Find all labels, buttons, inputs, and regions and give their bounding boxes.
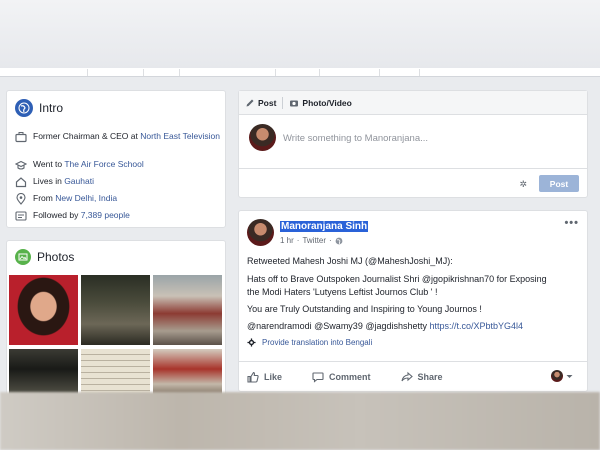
photos-card: Photos bbox=[6, 240, 226, 400]
post-author-name[interactable]: Manoranjana Sinh bbox=[280, 221, 369, 232]
school-link[interactable]: The Air Force School bbox=[64, 159, 143, 169]
gear-icon bbox=[247, 338, 256, 347]
photos-title: Photos bbox=[37, 250, 75, 264]
intro-from-row: From New Delhi, India bbox=[15, 193, 220, 205]
comment-button[interactable]: Comment bbox=[312, 371, 371, 383]
intro-school-row: Went to The Air Force School bbox=[15, 159, 220, 171]
employer-link[interactable]: North East Television bbox=[140, 131, 220, 141]
photo-thumbnail[interactable] bbox=[9, 275, 78, 345]
blurred-header bbox=[0, 0, 600, 70]
post-link[interactable]: https://t.co/XPbtbYG4l4 bbox=[430, 321, 524, 331]
followers-icon bbox=[15, 211, 27, 221]
post-source: Twitter bbox=[302, 236, 327, 245]
followers-link[interactable]: 7,389 people bbox=[81, 210, 130, 220]
intro-title: Intro bbox=[39, 101, 64, 115]
intro-lives-row: Lives in Gauhati bbox=[15, 176, 220, 188]
share-icon bbox=[400, 371, 413, 381]
profile-tab-bar bbox=[0, 68, 600, 77]
caret-down-icon bbox=[566, 374, 573, 378]
public-globe-icon bbox=[335, 237, 343, 244]
avatar[interactable] bbox=[249, 124, 276, 151]
like-icon bbox=[247, 371, 259, 383]
photos-icon bbox=[15, 249, 31, 265]
intro-work-row: Former Chairman & CEO at North East Tele… bbox=[15, 131, 220, 143]
blurred-footer bbox=[0, 392, 600, 450]
intro-card: Intro Former Chairman & CEO at North Eas… bbox=[6, 90, 226, 228]
post-text-line: @narendramodi @Swamy39 @jagdishshetty ht… bbox=[247, 320, 582, 332]
post-composer: Post Photo/Video Write something to Mano… bbox=[238, 90, 588, 198]
briefcase-icon bbox=[15, 132, 27, 143]
post-button[interactable]: Post bbox=[539, 175, 579, 192]
camera-icon bbox=[290, 100, 299, 106]
composer-input[interactable]: Write something to Manoranjana... bbox=[283, 133, 428, 144]
post-time[interactable]: 1 hr bbox=[280, 236, 294, 245]
composer-tab-photo-video[interactable]: Photo/Video bbox=[283, 98, 357, 108]
share-button[interactable]: Share bbox=[400, 371, 443, 383]
pencil-icon bbox=[246, 99, 254, 106]
like-button[interactable]: Like bbox=[247, 371, 282, 383]
location-pin-icon bbox=[16, 193, 26, 205]
graduation-cap-icon bbox=[15, 160, 27, 170]
post-meta: 1 hr · Twitter · bbox=[280, 236, 343, 245]
feed-post: Manoranjana Sinh 1 hr · Twitter · ••• Re… bbox=[238, 210, 588, 392]
current-city-link[interactable]: Gauhati bbox=[64, 176, 94, 186]
hometown-link[interactable]: New Delhi, India bbox=[55, 193, 117, 203]
photo-thumbnail[interactable] bbox=[153, 275, 222, 345]
composer-tab-post[interactable]: Post bbox=[239, 98, 282, 108]
globe-icon bbox=[15, 99, 33, 117]
author-avatar[interactable] bbox=[247, 219, 274, 246]
intro-followers-row: Followed by 7,389 people bbox=[15, 210, 220, 222]
settings-gear-icon[interactable]: ✲ bbox=[519, 179, 527, 190]
post-as-selector[interactable] bbox=[551, 370, 573, 382]
comment-icon bbox=[312, 371, 324, 383]
avatar bbox=[551, 370, 563, 382]
post-text-line: the Modi Haters 'Lutyens Leftist Journos… bbox=[247, 287, 438, 297]
post-mentions[interactable]: @narendramodi @Swamy39 @jagdishshetty bbox=[247, 321, 427, 331]
translate-link[interactable]: Provide translation into Bengali bbox=[247, 338, 372, 347]
more-options-icon[interactable]: ••• bbox=[564, 217, 579, 229]
post-text-line: You are Truly Outstanding and Inspiring … bbox=[247, 304, 482, 314]
post-actions-bar: Like Comment Share bbox=[239, 361, 587, 391]
post-text-line: Hats off to Brave Outspoken Journalist S… bbox=[247, 274, 547, 284]
photo-thumbnail[interactable] bbox=[81, 275, 150, 345]
post-text-line: Retweeted Mahesh Joshi MJ (@MaheshJoshi_… bbox=[247, 256, 453, 266]
home-icon bbox=[15, 177, 27, 188]
